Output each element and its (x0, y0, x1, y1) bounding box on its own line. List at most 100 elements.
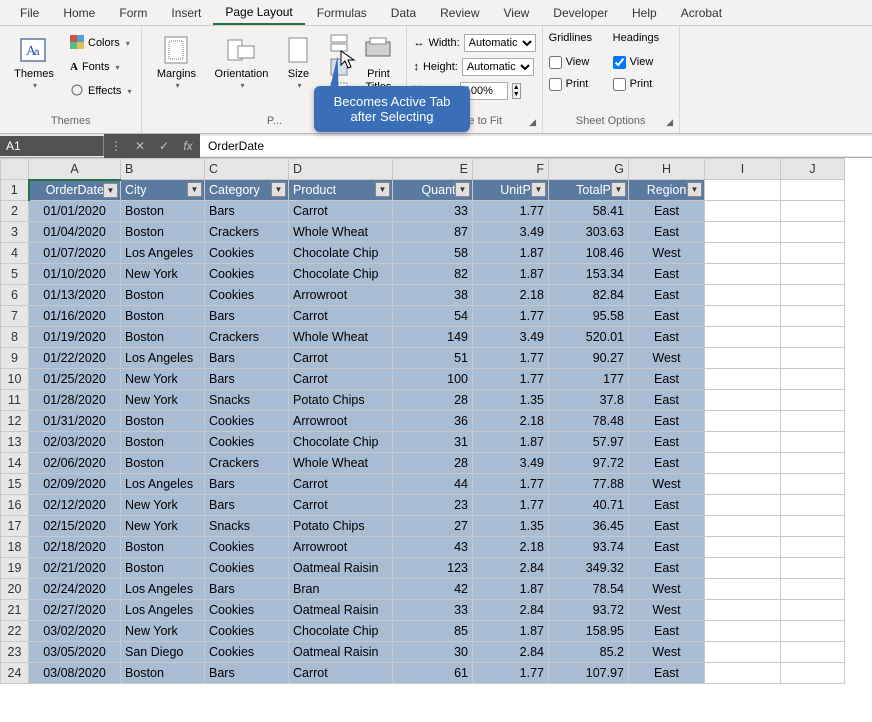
column-header-A[interactable]: A (29, 159, 121, 180)
row-header[interactable]: 20 (1, 579, 29, 600)
cell[interactable]: 1.77 (473, 474, 549, 495)
filter-button-unitprice[interactable]: ▼ (531, 182, 546, 197)
row-header[interactable]: 10 (1, 369, 29, 390)
menu-tab-insert[interactable]: Insert (159, 2, 213, 24)
row-header[interactable]: 22 (1, 621, 29, 642)
cell[interactable]: Carrot (289, 369, 393, 390)
cell[interactable]: East (629, 495, 705, 516)
cell[interactable]: 2.84 (473, 600, 549, 621)
cell[interactable]: 349.32 (549, 558, 629, 579)
cell[interactable] (781, 222, 845, 243)
cell[interactable]: New York (121, 264, 205, 285)
cell[interactable]: Bars (205, 306, 289, 327)
cell[interactable]: New York (121, 621, 205, 642)
cell[interactable]: San Diego (121, 642, 205, 663)
cell[interactable] (781, 600, 845, 621)
cell[interactable]: Snacks (205, 390, 289, 411)
row-header[interactable]: 7 (1, 306, 29, 327)
cell[interactable]: West (629, 474, 705, 495)
cell[interactable]: New York (121, 516, 205, 537)
filter-button-product[interactable]: ▼ (375, 182, 390, 197)
enter-formula-button[interactable]: ✓ (152, 134, 176, 158)
cell[interactable]: East (629, 327, 705, 348)
headings-print-checkbox[interactable]: Print (613, 74, 673, 94)
cell[interactable]: 01/19/2020 (29, 327, 121, 348)
filter-button-region[interactable]: ▼ (687, 182, 702, 197)
cell[interactable]: Boston (121, 285, 205, 306)
row-header[interactable]: 17 (1, 516, 29, 537)
cell[interactable]: East (629, 663, 705, 684)
scale-launcher[interactable]: ◢ (526, 117, 540, 131)
cell[interactable]: 107.97 (549, 663, 629, 684)
cell[interactable]: 153.34 (549, 264, 629, 285)
cell[interactable] (705, 537, 781, 558)
cell[interactable] (781, 621, 845, 642)
cell[interactable]: 77.88 (549, 474, 629, 495)
height-select[interactable]: Automatic (462, 58, 534, 76)
column-header-I[interactable]: I (705, 159, 781, 180)
cell[interactable]: 58.41 (549, 201, 629, 222)
cell[interactable]: 1.87 (473, 432, 549, 453)
cell[interactable]: Chocolate Chip (289, 264, 393, 285)
cell[interactable]: Carrot (289, 306, 393, 327)
cell[interactable] (705, 642, 781, 663)
cell[interactable]: Whole Wheat (289, 222, 393, 243)
size-button[interactable]: Size▾ (278, 32, 318, 92)
cell[interactable] (781, 201, 845, 222)
cell[interactable]: 100 (393, 369, 473, 390)
filter-button-quantity[interactable]: ▼ (455, 182, 470, 197)
table-header-unitprice[interactable]: UnitPric▼ (473, 180, 549, 201)
row-header[interactable]: 6 (1, 285, 29, 306)
cell[interactable]: Crackers (205, 222, 289, 243)
cell[interactable]: 1.77 (473, 201, 549, 222)
cell[interactable]: Potato Chips (289, 516, 393, 537)
cell[interactable]: Chocolate Chip (289, 621, 393, 642)
menu-tab-view[interactable]: View (492, 2, 542, 24)
row-header[interactable]: 14 (1, 453, 29, 474)
column-header-F[interactable]: F (473, 159, 549, 180)
menu-tab-page-layout[interactable]: Page Layout (213, 1, 304, 25)
cell[interactable]: Carrot (289, 474, 393, 495)
column-header-C[interactable]: C (205, 159, 289, 180)
cell[interactable]: 42 (393, 579, 473, 600)
cell[interactable] (781, 663, 845, 684)
cell[interactable] (705, 390, 781, 411)
cell[interactable] (781, 495, 845, 516)
scale-down-button[interactable]: ▼ (513, 91, 520, 98)
cell[interactable]: Oatmeal Raisin (289, 600, 393, 621)
menu-tab-data[interactable]: Data (379, 2, 428, 24)
cell[interactable]: 58 (393, 243, 473, 264)
cell[interactable]: Potato Chips (289, 390, 393, 411)
cell[interactable]: 01/13/2020 (29, 285, 121, 306)
table-header-product[interactable]: Product▼ (289, 180, 393, 201)
orientation-button[interactable]: Orientation▾ (208, 32, 274, 92)
scale-up-button[interactable]: ▲ (513, 84, 520, 91)
cell[interactable]: 01/01/2020 (29, 201, 121, 222)
column-header-B[interactable]: B (121, 159, 205, 180)
cell[interactable] (781, 243, 845, 264)
cell[interactable]: 1.87 (473, 579, 549, 600)
cell[interactable]: Cookies (205, 411, 289, 432)
cell[interactable]: Bars (205, 201, 289, 222)
cell[interactable]: 2.84 (473, 558, 549, 579)
cell[interactable]: 02/21/2020 (29, 558, 121, 579)
row-header[interactable]: 9 (1, 348, 29, 369)
cell[interactable] (781, 285, 845, 306)
cell[interactable] (781, 390, 845, 411)
cell[interactable]: Carrot (289, 201, 393, 222)
margins-button[interactable]: Margins▾ (148, 32, 204, 92)
cell[interactable] (781, 411, 845, 432)
cell[interactable] (705, 201, 781, 222)
cell[interactable] (781, 306, 845, 327)
cell[interactable] (781, 516, 845, 537)
cell[interactable]: 1.87 (473, 621, 549, 642)
table-header-totalprice[interactable]: TotalPric▼ (549, 180, 629, 201)
cell[interactable] (705, 411, 781, 432)
cell[interactable]: 01/16/2020 (29, 306, 121, 327)
cell[interactable]: 40.71 (549, 495, 629, 516)
filter-button-city[interactable]: ▼ (187, 182, 202, 197)
cell[interactable]: East (629, 621, 705, 642)
cell[interactable]: 01/25/2020 (29, 369, 121, 390)
column-header-H[interactable]: H (629, 159, 705, 180)
cell[interactable]: Whole Wheat (289, 453, 393, 474)
